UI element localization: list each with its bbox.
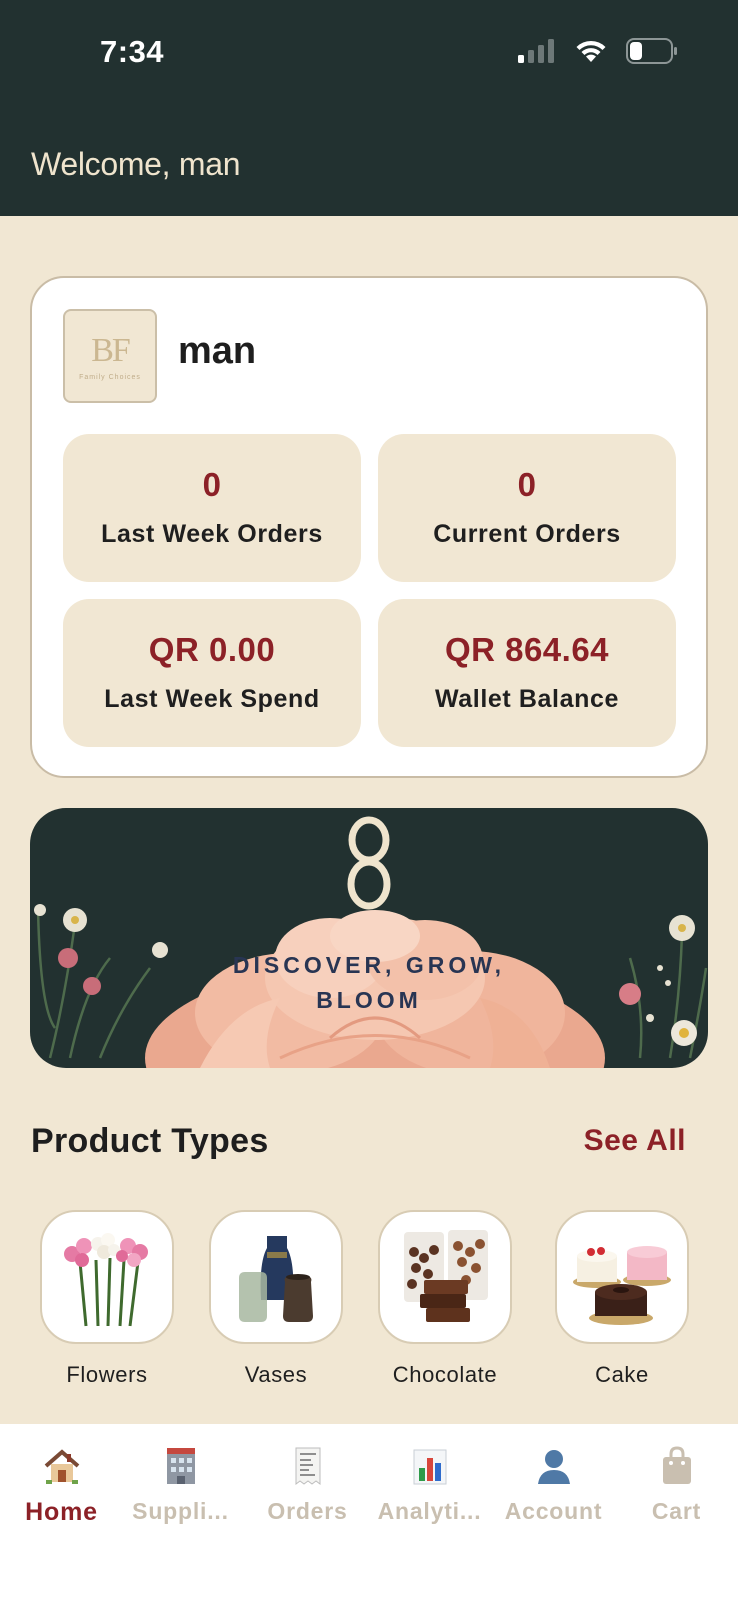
banner-line-1: DISCOVER, GROW, xyxy=(232,952,506,978)
nav-label: Account xyxy=(504,1498,603,1524)
shopping-bag-icon xyxy=(662,1446,691,1484)
banner-line-2: BLOOM xyxy=(316,987,422,1013)
bottom-nav: Home Suppli... Orders Analyti... Account… xyxy=(0,1424,738,1600)
stat-label: Current Orders xyxy=(433,520,621,548)
nav-suppliers[interactable]: Suppli... xyxy=(119,1444,242,1525)
product-type-name: Cake xyxy=(595,1362,649,1387)
promo-banner[interactable]: DISCOVER, GROW, BLOOM xyxy=(30,808,708,1068)
stat-wallet-balance[interactable]: QR 864.64 Wallet Balance xyxy=(378,599,676,747)
chocolate-image xyxy=(378,1210,512,1344)
receipt-icon xyxy=(295,1447,320,1485)
vases-image xyxy=(209,1210,343,1344)
stat-last-week-spend[interactable]: QR 0.00 Last Week Spend xyxy=(63,599,361,747)
nav-label: Cart xyxy=(651,1498,702,1524)
banner-artwork xyxy=(34,816,708,1068)
nav-label: Home xyxy=(25,1498,98,1526)
nav-analytics[interactable]: Analyti... xyxy=(368,1444,491,1525)
stat-label: Last Week Spend xyxy=(104,685,320,713)
stat-value: QR 0.00 xyxy=(148,631,276,668)
banner-tagline: DISCOVER, GROW, BLOOM xyxy=(30,948,708,1018)
product-type-chocolate[interactable]: Chocolate xyxy=(375,1210,515,1388)
product-type-vases[interactable]: Vases xyxy=(206,1210,346,1388)
logo-monogram: BF xyxy=(91,331,131,369)
house-icon xyxy=(44,1449,79,1484)
nav-label: Orders xyxy=(267,1498,348,1524)
wifi-icon xyxy=(576,40,606,62)
brand-knot-icon xyxy=(347,816,391,910)
bar-chart-icon xyxy=(413,1449,446,1485)
status-time: 7:34 xyxy=(100,34,165,69)
product-types-title: Product Types xyxy=(31,1122,269,1160)
welcome-message: Welcome, man xyxy=(31,146,241,182)
product-type-name: Flowers xyxy=(66,1362,148,1387)
stat-value: 0 xyxy=(202,466,222,503)
flowers-image xyxy=(40,1210,174,1344)
see-all-link[interactable]: See All xyxy=(584,1124,686,1158)
cake-image xyxy=(555,1210,689,1344)
user-icon xyxy=(537,1450,570,1484)
store-logo: BF Family Choices xyxy=(63,309,157,403)
nav-account[interactable]: Account xyxy=(492,1444,615,1525)
product-type-flowers[interactable]: Flowers xyxy=(37,1210,177,1388)
account-summary-card: BF Family Choices man 0 Last Week Orders… xyxy=(30,276,708,778)
product-type-cake[interactable]: Cake xyxy=(552,1210,692,1388)
app-header: 7:34 Welcome, man xyxy=(0,0,738,216)
status-icons xyxy=(518,38,678,64)
nav-cart[interactable]: Cart xyxy=(615,1444,738,1525)
stat-current-orders[interactable]: 0 Current Orders xyxy=(378,434,676,582)
stat-label: Wallet Balance xyxy=(435,685,619,713)
product-type-name: Chocolate xyxy=(392,1362,498,1387)
office-building-icon xyxy=(166,1448,195,1484)
battery-icon xyxy=(626,38,677,64)
nav-label: Analyti... xyxy=(377,1498,482,1524)
stat-label: Last Week Orders xyxy=(101,520,323,548)
logo-tagline: Family Choices xyxy=(79,373,141,381)
nav-orders[interactable]: Orders xyxy=(246,1444,369,1525)
nav-home[interactable]: Home xyxy=(0,1444,123,1527)
nav-label: Suppli... xyxy=(132,1498,229,1524)
product-type-name: Vases xyxy=(244,1362,308,1387)
signal-icon xyxy=(518,39,554,63)
stat-value: 0 xyxy=(517,466,537,503)
stat-value: QR 864.64 xyxy=(444,631,610,668)
user-name: man xyxy=(178,330,257,372)
stat-last-week-orders[interactable]: 0 Last Week Orders xyxy=(63,434,361,582)
